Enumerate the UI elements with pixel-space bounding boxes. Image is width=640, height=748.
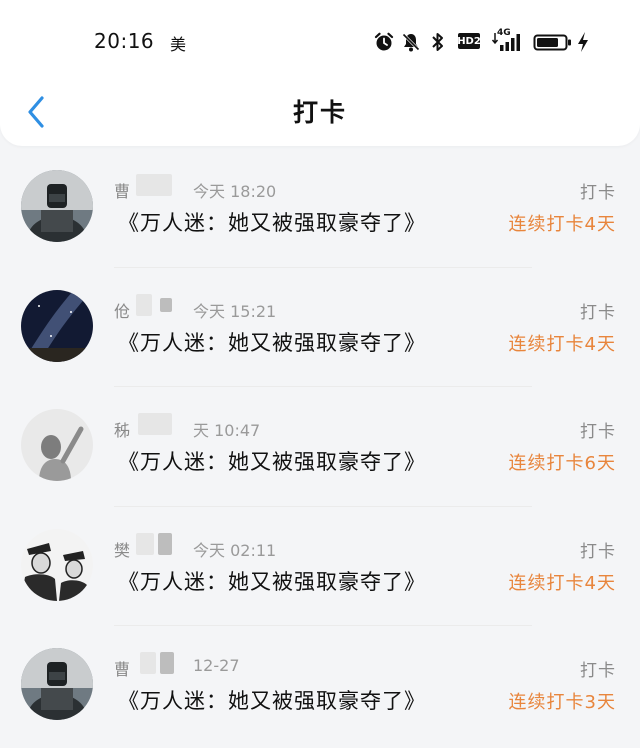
user-name: 曹 <box>114 182 131 201</box>
redaction-block <box>160 297 172 312</box>
streak-label: 连续打卡4天 <box>508 333 616 355</box>
list-item[interactable]: 秭 天 10:47 《万人迷：她又被强取豪夺了》 打卡 连续打卡6天 <box>0 387 640 507</box>
redaction-block <box>138 413 172 435</box>
streak-label: 连续打卡6天 <box>508 453 616 474</box>
redaction-block <box>136 293 152 316</box>
user-name: 秭 <box>114 421 131 440</box>
checkin-tag: 打卡 <box>580 541 616 562</box>
checkin-time: 天 10:47 <box>193 421 261 440</box>
streak-label: 连续打卡3天 <box>508 692 616 713</box>
avatar[interactable] <box>21 170 93 242</box>
list-item[interactable]: 伧 今天 15:21 《万人迷：她又被强取豪夺了》 打卡 连续打卡4天 <box>0 268 640 387</box>
soldier-avatar-icon <box>21 170 93 242</box>
page-title: 打卡 <box>292 98 347 127</box>
checkin-list: 曹 今天 18:20 《万人迷：她又被强取豪夺了》 打卡 连续打卡4天 伧 今天… <box>0 148 640 746</box>
redaction-block <box>136 532 154 555</box>
checkin-time: 今天 15:21 <box>193 301 277 321</box>
officers-avatar-icon <box>21 528 93 601</box>
charging-icon <box>576 30 590 54</box>
mute-bell-icon <box>399 30 423 54</box>
streak-label: 连续打卡4天 <box>508 572 616 594</box>
galaxy-avatar-icon <box>21 289 93 362</box>
avatar[interactable] <box>21 409 93 481</box>
checkin-tag: 打卡 <box>580 183 616 203</box>
list-item[interactable]: 樊 今天 02:11 《万人迷：她又被强取豪夺了》 打卡 连续打卡4天 <box>0 507 640 626</box>
list-item[interactable]: 曹 今天 18:20 《万人迷：她又被强取豪夺了》 打卡 连续打卡4天 <box>0 148 640 268</box>
checkin-tag: 打卡 <box>580 661 616 681</box>
checkin-tag: 打卡 <box>580 422 616 442</box>
carrier-icon: 美 <box>170 35 187 54</box>
user-name: 曹 <box>114 660 131 679</box>
checkin-tag: 打卡 <box>580 302 616 323</box>
bluetooth-icon <box>428 30 448 54</box>
redaction-block <box>136 174 172 196</box>
checkin-time: 今天 18:20 <box>193 182 277 201</box>
avatar[interactable] <box>21 289 93 362</box>
avatar[interactable] <box>21 648 93 720</box>
book-title[interactable]: 《万人迷：她又被强取豪夺了》 <box>118 207 426 237</box>
book-title[interactable]: 《万人迷：她又被强取豪夺了》 <box>118 327 426 357</box>
checkin-time: 12-27 <box>193 656 240 675</box>
checkin-time: 今天 02:11 <box>193 540 277 560</box>
book-title[interactable]: 《万人迷：她又被强取豪夺了》 <box>118 685 426 715</box>
list-item[interactable]: 曹 12-27 《万人迷：她又被强取豪夺了》 打卡 连续打卡3天 <box>0 626 640 746</box>
streak-label: 连续打卡4天 <box>508 214 616 235</box>
book-title[interactable]: 《万人迷：她又被强取豪夺了》 <box>118 446 426 476</box>
signal-icon <box>490 30 526 54</box>
redaction-block <box>140 652 156 674</box>
user-name: 樊 <box>114 540 131 560</box>
alarm-icon <box>372 30 396 54</box>
status-bar: 20:16 美 HD2 4G <box>0 0 640 86</box>
hd-badge: HD2 <box>457 33 481 49</box>
status-time: 20:16 <box>94 29 155 53</box>
header: 20:16 美 HD2 4G 打卡 <box>0 0 640 146</box>
redaction-block <box>160 652 174 674</box>
soldier-avatar-icon <box>21 648 93 720</box>
user-name: 伧 <box>114 301 131 321</box>
girl-avatar-icon <box>21 409 93 481</box>
battery-icon <box>533 30 573 54</box>
avatar[interactable] <box>21 528 93 601</box>
redaction-block <box>158 532 172 555</box>
book-title[interactable]: 《万人迷：她又被强取豪夺了》 <box>118 566 426 596</box>
